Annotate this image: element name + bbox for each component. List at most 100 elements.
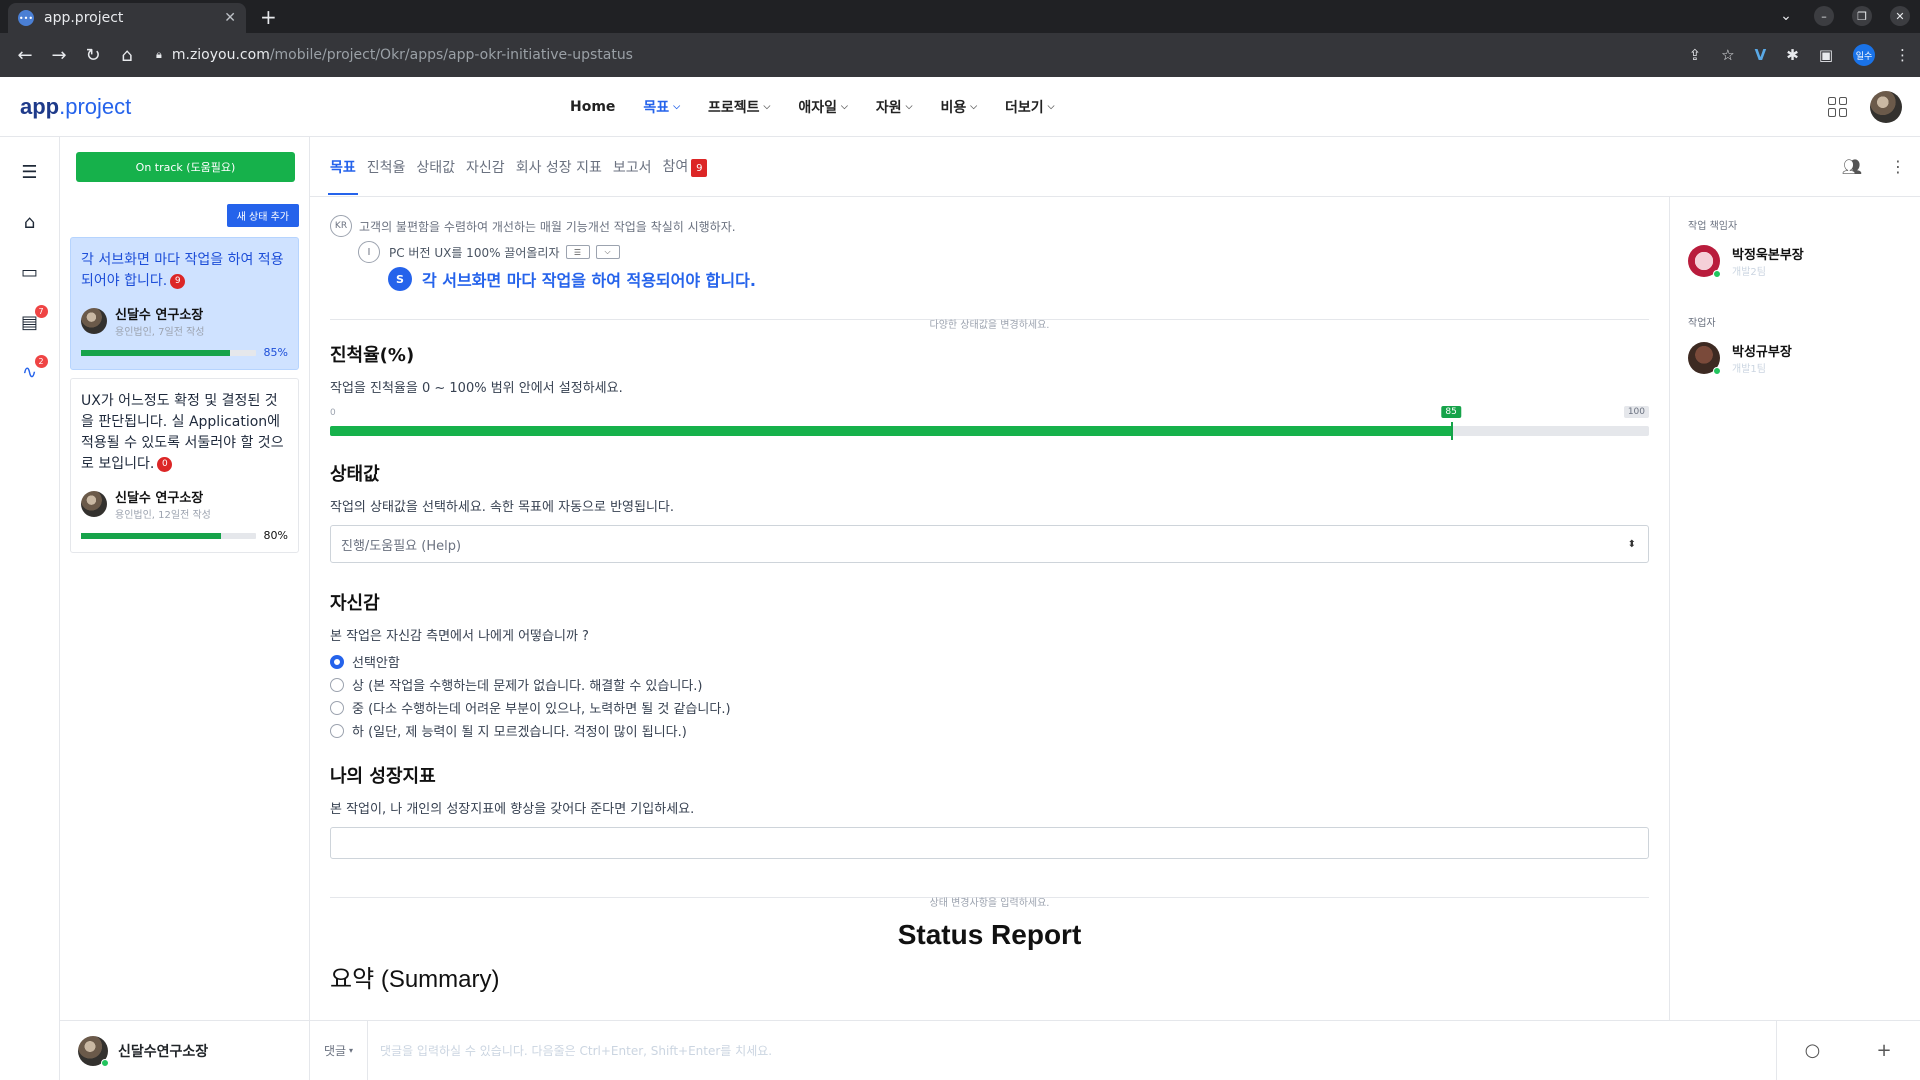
- divider-text: 상태 변경사항을 입력하세요.: [917, 898, 1062, 909]
- worker-name: 박성규부장: [1732, 345, 1792, 360]
- nav-agile[interactable]: 애자일 ⌵: [798, 97, 847, 117]
- slider-fill: [330, 426, 1452, 436]
- tab-search-icon[interactable]: ⌄: [1776, 6, 1796, 26]
- close-tab-icon[interactable]: ✕: [224, 10, 236, 26]
- reload-icon[interactable]: ↻: [78, 45, 108, 66]
- minimize-icon[interactable]: –: [1814, 6, 1834, 26]
- side-panel-icon[interactable]: ▣: [1819, 46, 1833, 64]
- current-user-name: 신달수연구소장: [118, 1043, 209, 1060]
- apps-grid-icon[interactable]: [1828, 96, 1848, 117]
- initiative-chip: I: [358, 241, 380, 263]
- tab-participants[interactable]: 참여 9: [663, 156, 708, 178]
- logo-light: .project: [59, 93, 132, 119]
- url-field[interactable]: 🔒︎ m.zioyou.com /mobile/project/Okr/apps…: [156, 47, 633, 63]
- online-indicator: [1713, 367, 1721, 375]
- status-desc: 작업의 상태값을 선택하세요. 속한 목표에 자동으로 반영됩니다.: [330, 500, 675, 515]
- confidence-title: 자신감: [330, 593, 380, 614]
- more-vertical-icon[interactable]: ⋮: [1890, 157, 1906, 176]
- owner[interactable]: 박정욱본부장 개발2팀: [1688, 244, 1902, 278]
- confidence-option[interactable]: 선택안함: [330, 652, 1649, 671]
- comment-input[interactable]: 댓글을 입력하실 수 있습니다. 다음줄은 Ctrl+Enter, Shift+…: [368, 1042, 1776, 1059]
- new-tab-icon[interactable]: +: [260, 3, 277, 33]
- slider-value-bubble: 85: [1441, 406, 1461, 418]
- nav-resources-label: 자원: [875, 99, 902, 116]
- comment-type-select[interactable]: 댓글 ▾: [310, 1021, 368, 1080]
- growth-input[interactable]: [330, 827, 1649, 859]
- add-status-button[interactable]: 새 상태 추가: [226, 204, 299, 227]
- nav-cost[interactable]: 비용 ⌵: [940, 97, 977, 117]
- bookmark-star-icon[interactable]: ☆: [1721, 46, 1734, 64]
- status-card[interactable]: 각 서브화면 마다 작업을 하여 적용되어야 합니다. 9 신달수 연구소장 용인…: [70, 237, 299, 370]
- tab-title: app.project: [44, 10, 124, 26]
- progress-fill: [81, 532, 221, 539]
- tab-progress[interactable]: 진척율: [367, 157, 406, 177]
- tab-report[interactable]: 보고서: [613, 157, 652, 177]
- vimeo-extension-icon[interactable]: V: [1755, 46, 1767, 64]
- confidence-option[interactable]: 중 (다소 수행하는데 어려운 부분이 있으나, 노력하면 될 것 같습니다.): [330, 698, 1649, 717]
- task-line: S 각 서브화면 마다 작업을 하여 적용되어야 합니다.: [388, 267, 1649, 291]
- restore-icon[interactable]: ❐: [1852, 6, 1872, 26]
- radio-button[interactable]: [330, 677, 344, 692]
- status-button[interactable]: On track (도움필요): [76, 152, 295, 182]
- app-logo[interactable]: app.project: [20, 94, 131, 120]
- initiative-text: PC 버전 UX를 100% 끌어올리자: [389, 245, 560, 260]
- app-header: app.project Home 목표 ⌵ 프로젝트 ⌵ 애자일 ⌵ 자원 ⌵ 비용 ⌵ …: [0, 77, 1920, 137]
- tasks-icon[interactable]: ▤ 7: [19, 305, 48, 333]
- progress-bar: [81, 349, 256, 356]
- add-icon[interactable]: +: [1848, 1021, 1920, 1080]
- author-name: 신달수 연구소장: [115, 491, 204, 506]
- initiative-line: I PC 버전 UX를 100% 끌어올리자 ☰ ⌵: [358, 241, 1649, 263]
- nav-project-label: 프로젝트: [708, 99, 760, 116]
- chevron-down-icon[interactable]: ⌵: [595, 245, 620, 259]
- tab-goal[interactable]: 목표: [328, 157, 358, 195]
- share-icon[interactable]: ⇪: [1689, 46, 1702, 64]
- progress-fill: [81, 349, 230, 356]
- comment-count-badge: 9: [170, 273, 186, 289]
- tab-company-growth[interactable]: 회사 성장 지표: [516, 157, 602, 177]
- confidence-option[interactable]: 상 (본 작업을 수행하는데 문제가 없습니다. 해결할 수 있습니다.): [330, 675, 1649, 694]
- avatar: [1688, 342, 1721, 375]
- user-avatar[interactable]: [1870, 90, 1902, 123]
- forward-icon[interactable]: →: [44, 45, 74, 66]
- extensions-icon[interactable]: ✱: [1786, 46, 1799, 64]
- status-list-panel: On track (도움필요) 새 상태 추가 각 서브화면 마다 작업을 하여…: [60, 137, 310, 1080]
- browser-menu-icon[interactable]: ⋮: [1895, 46, 1910, 64]
- progress-slider[interactable]: [330, 422, 1649, 440]
- divider-text: 다양한 상태값을 변경하세요.: [917, 320, 1062, 331]
- worker[interactable]: 박성규부장 개발1팀: [1688, 341, 1902, 375]
- tab-status[interactable]: 상태값: [416, 157, 455, 177]
- status-select[interactable]: 진행/도움필요 (Help) ⬍: [330, 525, 1649, 563]
- icon-rail: ☰ ⌂ ▭ ▤ 7 ∿ 2: [0, 137, 60, 1080]
- nav-resources[interactable]: 자원 ⌵: [876, 97, 913, 117]
- card-author: 신달수 연구소장 용인법인, 7일전 작성: [81, 304, 288, 338]
- current-user: 신달수연구소장: [60, 1020, 309, 1080]
- caret-down-icon: ▾: [349, 1046, 354, 1055]
- activity-icon[interactable]: ∿ 2: [19, 355, 48, 383]
- nav-agile-label: 애자일: [798, 99, 838, 116]
- browser-tab[interactable]: ••• app.project ✕: [8, 3, 246, 33]
- radio-button[interactable]: [330, 700, 344, 715]
- nav-goals-label: 목표: [643, 99, 670, 116]
- tab-confidence[interactable]: 자신감: [466, 157, 505, 177]
- nav-more[interactable]: 더보기 ⌵: [1005, 97, 1054, 117]
- profile-avatar[interactable]: 일수: [1853, 44, 1875, 66]
- comment-send-icon[interactable]: ○: [1776, 1021, 1848, 1080]
- list-icon[interactable]: ☰: [565, 245, 590, 259]
- avatar[interactable]: [78, 1035, 109, 1067]
- nav-project[interactable]: 프로젝트 ⌵: [708, 97, 770, 117]
- radio-button[interactable]: [330, 723, 344, 738]
- home-icon[interactable]: ⌂: [19, 211, 41, 233]
- confidence-option[interactable]: 하 (일단, 제 능력이 될 지 모르겠습니다. 걱정이 많이 됩니다.): [330, 721, 1649, 740]
- nav-home[interactable]: Home: [570, 97, 615, 117]
- hamburger-menu-icon[interactable]: ☰: [19, 161, 41, 183]
- progress-percent: 85%: [263, 346, 288, 359]
- members-icon[interactable]: 👥︎: [1842, 157, 1862, 176]
- slider-thumb[interactable]: [1451, 422, 1454, 440]
- close-window-icon[interactable]: ✕: [1890, 6, 1910, 26]
- home-icon[interactable]: ⌂: [112, 45, 142, 66]
- monitor-icon[interactable]: ▭: [19, 261, 41, 283]
- radio-button[interactable]: [330, 654, 344, 669]
- status-card[interactable]: UX가 어느정도 확정 및 결정된 것을 판단됩니다. 실 Applicatio…: [70, 378, 299, 553]
- nav-goals[interactable]: 목표 ⌵: [643, 97, 680, 117]
- back-icon[interactable]: ←: [10, 45, 40, 66]
